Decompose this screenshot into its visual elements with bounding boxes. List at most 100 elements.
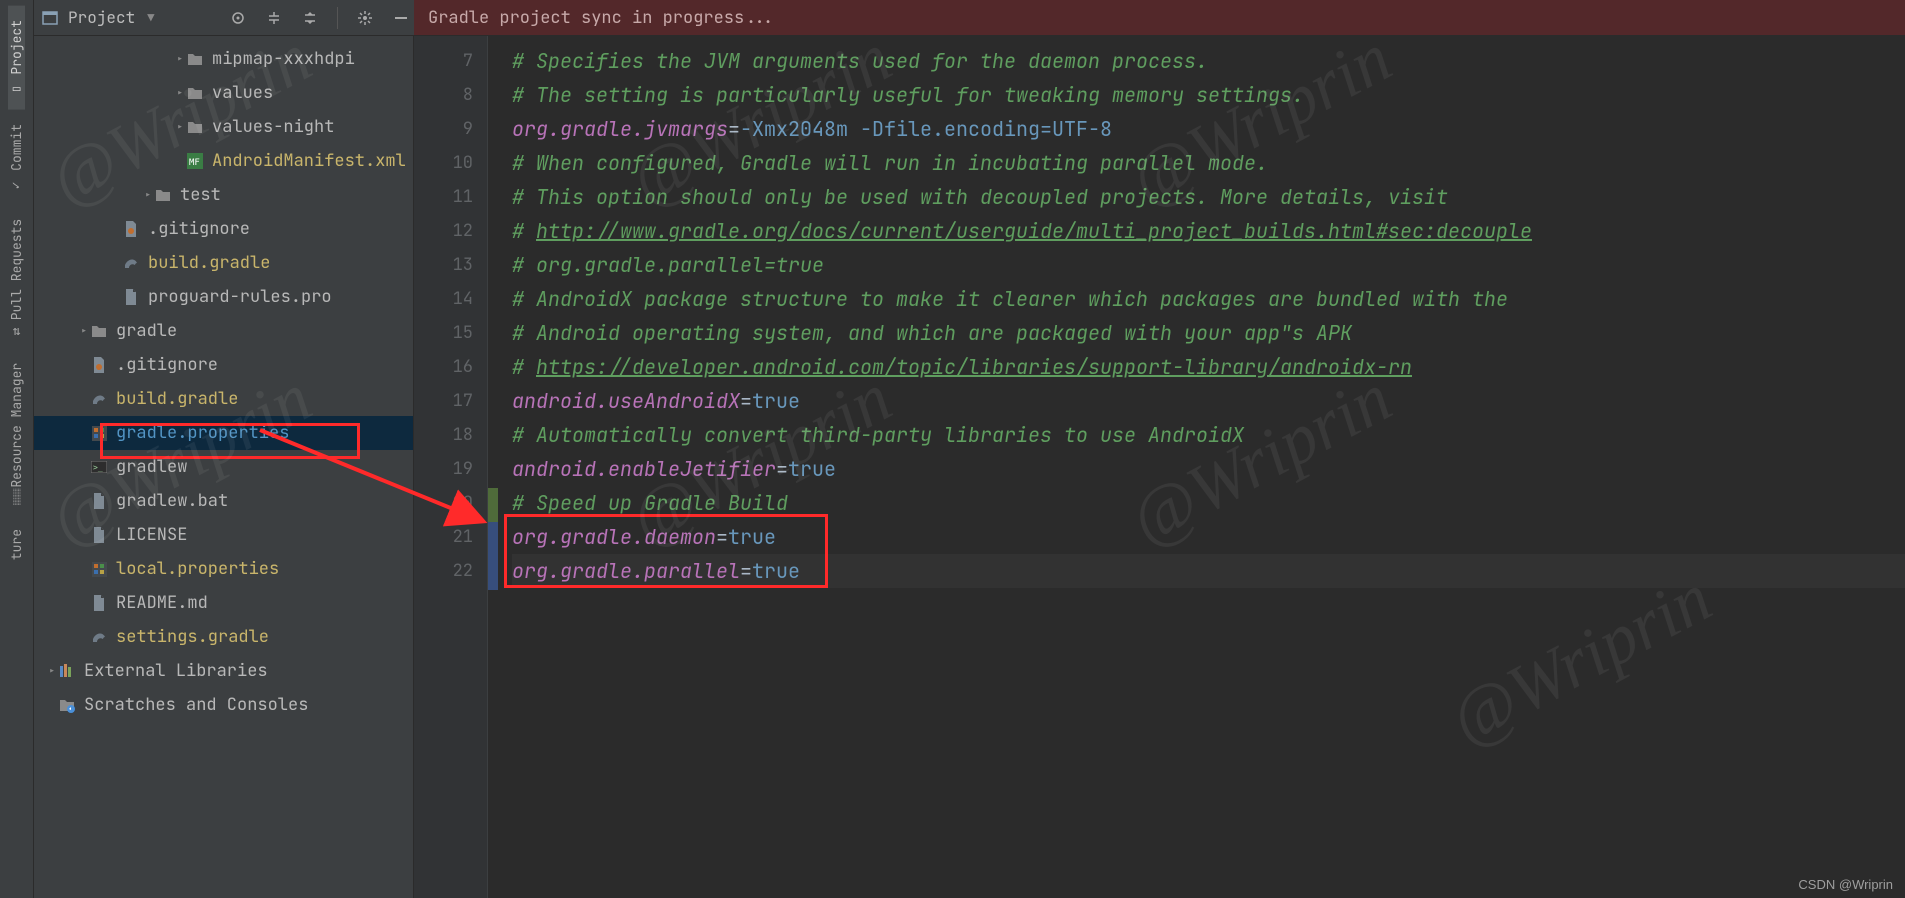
line-number[interactable]: 22 bbox=[453, 560, 473, 582]
code-line[interactable]: # Speed up Gradle Build bbox=[512, 486, 1905, 520]
line-number[interactable]: 15 bbox=[453, 322, 473, 344]
tool-structure-label: ture bbox=[8, 529, 25, 560]
tree-item[interactable]: settings.gradle bbox=[34, 620, 413, 654]
code-line[interactable]: # The setting is particularly useful for… bbox=[512, 78, 1905, 112]
tool-resource-manager[interactable]: ░ Resource Manager bbox=[8, 349, 25, 516]
props-icon bbox=[90, 424, 108, 442]
line-number[interactable]: 21 bbox=[453, 526, 473, 548]
gitignore-icon bbox=[90, 356, 108, 374]
tree-item-label: .gitignore bbox=[116, 354, 218, 376]
code-line[interactable]: # Automatically convert third-party libr… bbox=[512, 418, 1905, 452]
code-token-comment: # Speed up Gradle Build bbox=[512, 490, 788, 516]
project-view-label[interactable]: Project bbox=[68, 7, 135, 28]
tree-item[interactable]: proguard-rules.pro bbox=[34, 280, 413, 314]
tree-item[interactable]: >_gradlew bbox=[34, 450, 413, 484]
line-number[interactable]: 19 bbox=[453, 458, 473, 480]
code-line[interactable]: # org.gradle.parallel=true bbox=[512, 248, 1905, 282]
left-tool-strip: ▯ Project ✓ Commit ⇅ Pull Requests ░ Res… bbox=[0, 0, 34, 898]
expand-all-button[interactable] bbox=[261, 5, 287, 31]
code-line[interactable]: org.gradle.parallel=true bbox=[512, 554, 1905, 588]
tree-expand-arrow[interactable]: ▸ bbox=[78, 323, 90, 339]
code-line[interactable]: # https://developer.android.com/topic/li… bbox=[512, 350, 1905, 384]
tree-item-label: gradle bbox=[116, 320, 177, 342]
line-number[interactable]: 16 bbox=[453, 356, 473, 378]
tree-item[interactable]: build.gradle bbox=[34, 382, 413, 416]
tree-item-label: settings.gradle bbox=[116, 626, 269, 648]
code-token-val: true bbox=[752, 558, 800, 584]
tree-item[interactable]: LICENSE bbox=[34, 518, 413, 552]
folder-icon bbox=[186, 118, 204, 136]
line-number[interactable]: 10 bbox=[453, 152, 473, 174]
code-line[interactable]: android.enableJetifier=true bbox=[512, 452, 1905, 486]
tree-item[interactable]: ▸External Libraries bbox=[34, 654, 413, 688]
code-line[interactable]: # This option should only be used with d… bbox=[512, 180, 1905, 214]
tree-item[interactable]: ▸test bbox=[34, 178, 413, 212]
select-opened-file-button[interactable] bbox=[225, 5, 251, 31]
tool-pr-label: Pull Requests bbox=[8, 219, 25, 320]
code-token-comment: # org.gradle.parallel=true bbox=[512, 252, 824, 278]
editor-code-area[interactable]: # Specifies the JVM arguments used for t… bbox=[488, 36, 1905, 898]
line-number[interactable]: 17 bbox=[453, 390, 473, 412]
code-line[interactable]: # AndroidX package structure to make it … bbox=[512, 282, 1905, 316]
tree-expand-arrow[interactable]: ▸ bbox=[142, 187, 154, 203]
line-number[interactable]: 8 bbox=[463, 84, 473, 106]
tree-item[interactable]: MFAndroidManifest.xml bbox=[34, 144, 413, 178]
code-line[interactable]: # When configured, Gradle will run in in… bbox=[512, 146, 1905, 180]
line-number[interactable]: 7 bbox=[463, 50, 473, 72]
code-line[interactable]: # Specifies the JVM arguments used for t… bbox=[512, 44, 1905, 78]
tree-item-label: .gitignore bbox=[148, 218, 250, 240]
settings-button[interactable] bbox=[352, 5, 378, 31]
line-number[interactable]: 18 bbox=[453, 424, 473, 446]
minimize-icon bbox=[393, 10, 409, 26]
tree-expand-arrow[interactable]: ▸ bbox=[174, 119, 186, 135]
tool-commit[interactable]: ✓ Commit bbox=[8, 110, 25, 206]
code-line[interactable]: org.gradle.jvmargs=-Xmx2048m -Dfile.enco… bbox=[512, 112, 1905, 146]
tree-item[interactable]: local.properties bbox=[34, 552, 413, 586]
tree-item-label: gradlew.bat bbox=[116, 490, 228, 512]
folder-icon bbox=[186, 84, 204, 102]
code-token-comment: # When configured, Gradle will run in in… bbox=[512, 150, 1268, 176]
code-line[interactable]: android.useAndroidX=true bbox=[512, 384, 1905, 418]
code-line[interactable]: # http://www.gradle.org/docs/current/use… bbox=[512, 214, 1905, 248]
line-number[interactable]: 11 bbox=[453, 186, 473, 208]
tree-expand-arrow[interactable]: ▸ bbox=[174, 85, 186, 101]
tool-project[interactable]: ▯ Project bbox=[8, 6, 25, 110]
tool-structure[interactable]: ture bbox=[8, 515, 25, 574]
line-number[interactable]: 14 bbox=[453, 288, 473, 310]
code-line[interactable]: org.gradle.daemon=true bbox=[512, 520, 1905, 554]
tree-item[interactable]: build.gradle bbox=[34, 246, 413, 280]
code-line[interactable]: # Android operating system, and which ar… bbox=[512, 316, 1905, 350]
tree-item[interactable]: gradle.properties bbox=[34, 416, 413, 450]
tool-pull-requests[interactable]: ⇅ Pull Requests bbox=[8, 205, 25, 348]
line-number[interactable]: 9 bbox=[463, 118, 473, 140]
tree-item[interactable]: ▸ gradle bbox=[34, 314, 413, 348]
tree-item[interactable]: ▸ values-night bbox=[34, 110, 413, 144]
tree-item[interactable]: ▸mipmap-xxxhdpi bbox=[34, 42, 413, 76]
tree-expand-arrow[interactable]: ▸ bbox=[174, 51, 186, 67]
gitignore-icon bbox=[122, 220, 140, 238]
tree-item[interactable]: README.md bbox=[34, 586, 413, 620]
manifest-icon: MF bbox=[186, 152, 204, 170]
project-view-icon bbox=[42, 10, 58, 26]
hide-pane-button[interactable] bbox=[388, 5, 414, 31]
tool-rm-label: Resource Manager bbox=[8, 363, 25, 488]
tree-item[interactable]: .gitignore bbox=[34, 212, 413, 246]
code-token-eq: = bbox=[740, 388, 752, 414]
tree-item[interactable]: .gitignore bbox=[34, 348, 413, 382]
tree-item-label: values-night bbox=[212, 116, 334, 138]
editor-gutter[interactable]: 7 8 9 10 11 12 13 14 15 16 17 18 19 20 21 22 bbox=[414, 36, 488, 898]
line-number[interactable]: 20 bbox=[453, 492, 473, 514]
tree-expand-arrow[interactable]: ▸ bbox=[46, 663, 58, 679]
tree-item[interactable]: Scratches and Consoles bbox=[34, 688, 413, 722]
code-editor[interactable]: 7 8 9 10 11 12 13 14 15 16 17 18 19 20 21 22 # Specifie… bbox=[414, 36, 1905, 898]
collapse-all-button[interactable] bbox=[297, 5, 323, 31]
line-number[interactable]: 12 bbox=[453, 220, 473, 242]
line-number[interactable]: 13 bbox=[453, 254, 473, 276]
project-pane[interactable]: ▸mipmap-xxxhdpi▸values▸values-nightMFAnd… bbox=[34, 36, 414, 898]
tree-item-label: gradle.properties bbox=[116, 422, 289, 444]
chevron-down-icon[interactable]: ▼ bbox=[147, 10, 154, 26]
tree-item[interactable]: ▸values bbox=[34, 76, 413, 110]
tree-item-label: gradlew bbox=[116, 456, 187, 478]
tree-item-label: build.gradle bbox=[116, 388, 238, 410]
tree-item[interactable]: gradlew.bat bbox=[34, 484, 413, 518]
